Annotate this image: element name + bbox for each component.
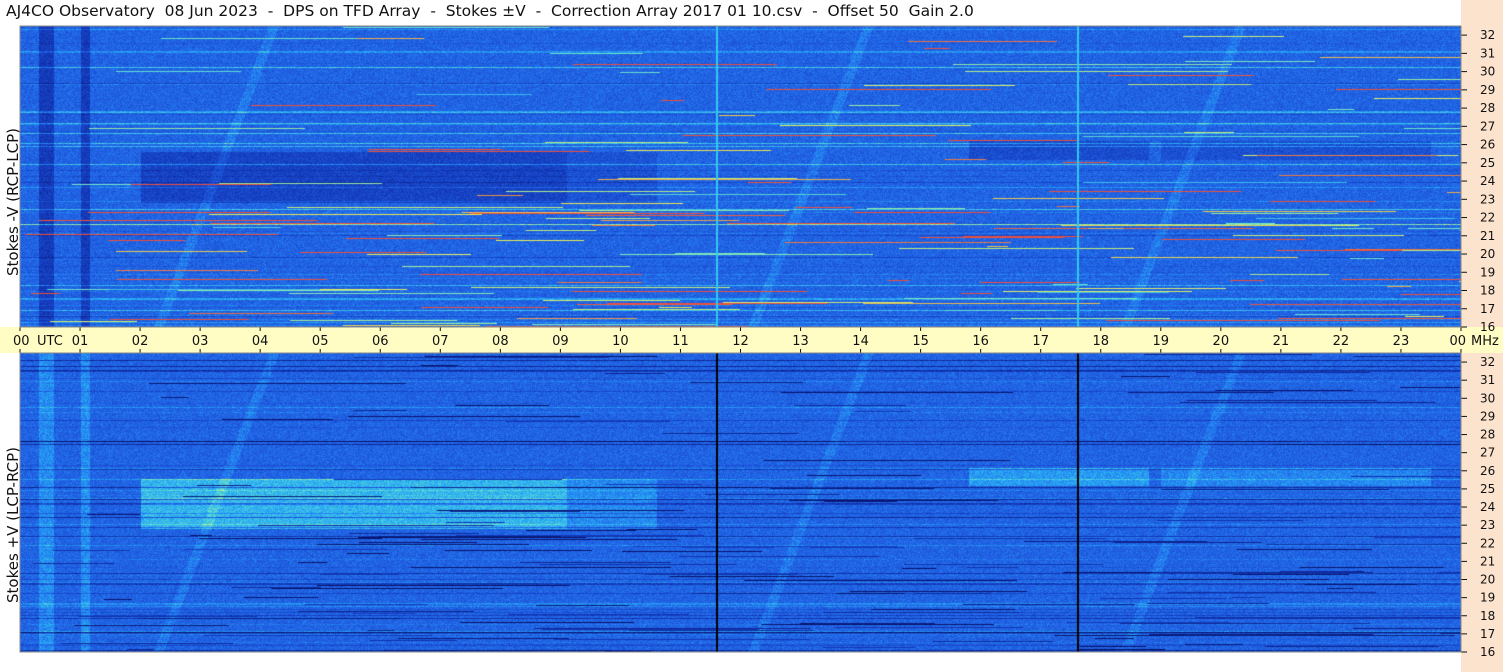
hour-tick-label: 17 bbox=[1032, 334, 1049, 349]
hour-tick-label: 11 bbox=[672, 334, 689, 349]
freq-tick-label: 19 bbox=[1480, 591, 1495, 605]
freq-tick-label: 30 bbox=[1480, 391, 1495, 405]
freq-tick-label: 17 bbox=[1480, 302, 1495, 316]
freq-tick-label: 24 bbox=[1480, 174, 1495, 188]
utc-label: UTC bbox=[37, 334, 63, 349]
freq-tick-label: 20 bbox=[1480, 573, 1495, 587]
hour-tick-label: 23 bbox=[1393, 334, 1410, 349]
freq-tick-label: 22 bbox=[1480, 536, 1495, 550]
freq-tick-label: 18 bbox=[1480, 609, 1495, 623]
freq-tick-label: 29 bbox=[1480, 83, 1495, 97]
freq-tick-label: 18 bbox=[1480, 284, 1495, 298]
hour-tick-label: 00 bbox=[13, 334, 30, 349]
hour-tick-label: 01 bbox=[72, 334, 89, 349]
hour-tick-label: 05 bbox=[312, 334, 329, 349]
hour-tick-label: 19 bbox=[1153, 334, 1170, 349]
freq-tick-label: 21 bbox=[1480, 554, 1495, 568]
freq-tick-label: 29 bbox=[1480, 409, 1495, 423]
freq-tick-label: 31 bbox=[1480, 46, 1495, 60]
hour-tick-label: 00 bbox=[1449, 334, 1466, 349]
freq-tick-label: 27 bbox=[1480, 119, 1495, 133]
hour-tick-label: 18 bbox=[1092, 334, 1109, 349]
freq-tick-label: 26 bbox=[1480, 138, 1495, 152]
freq-tick-label: 27 bbox=[1480, 446, 1495, 460]
hour-tick-label: 16 bbox=[972, 334, 989, 349]
hour-tick-label: 03 bbox=[192, 334, 209, 349]
freq-tick-label: 31 bbox=[1480, 373, 1495, 387]
freq-tick-label: 21 bbox=[1480, 229, 1495, 243]
freq-tick-label: 17 bbox=[1480, 627, 1495, 641]
hour-tick-label: 15 bbox=[912, 334, 929, 349]
freq-tick-label: 30 bbox=[1480, 65, 1495, 79]
freq-tick-label: 32 bbox=[1480, 28, 1495, 42]
hour-tick-label: 06 bbox=[372, 334, 389, 349]
hour-tick-label: 02 bbox=[132, 334, 149, 349]
hour-tick-label: 09 bbox=[552, 334, 569, 349]
hour-tick-label: 08 bbox=[492, 334, 509, 349]
freq-tick-label: 19 bbox=[1480, 265, 1495, 279]
hour-tick-label: 12 bbox=[732, 334, 749, 349]
axes-overlay: 16 17 18 19 20 21 22 23 24 25 26 27 28 29 30 31 32 16 17 18… bbox=[13, 25, 1499, 659]
mhz-label: MHz bbox=[1471, 334, 1499, 349]
hour-tick-label: 10 bbox=[612, 334, 629, 349]
hour-tick-label: 04 bbox=[252, 334, 269, 349]
freq-tick-label: 25 bbox=[1480, 482, 1495, 496]
freq-tick-label: 23 bbox=[1480, 192, 1495, 206]
freq-tick-label: 32 bbox=[1480, 355, 1495, 369]
freq-tick-label: 20 bbox=[1480, 247, 1495, 261]
hour-tick-label: 22 bbox=[1333, 334, 1350, 349]
hour-tick-label: 13 bbox=[792, 334, 809, 349]
hour-tick-label: 20 bbox=[1213, 334, 1230, 349]
freq-tick-label: 25 bbox=[1480, 156, 1495, 170]
freq-tick-label: 16 bbox=[1480, 320, 1495, 334]
freq-tick-label: 26 bbox=[1480, 464, 1495, 478]
freq-tick-label: 24 bbox=[1480, 500, 1495, 514]
freq-tick-label: 23 bbox=[1480, 518, 1495, 532]
freq-tick-label: 28 bbox=[1480, 101, 1495, 115]
hour-tick-label: 14 bbox=[852, 334, 869, 349]
hour-tick-label: 07 bbox=[432, 334, 449, 349]
panel-border bbox=[19, 352, 1462, 653]
freq-tick-label: 22 bbox=[1480, 211, 1495, 225]
panel-border bbox=[19, 25, 1462, 328]
freq-tick-label: 28 bbox=[1480, 428, 1495, 442]
hour-tick-label: 21 bbox=[1273, 334, 1290, 349]
freq-tick-label: 16 bbox=[1480, 645, 1495, 659]
